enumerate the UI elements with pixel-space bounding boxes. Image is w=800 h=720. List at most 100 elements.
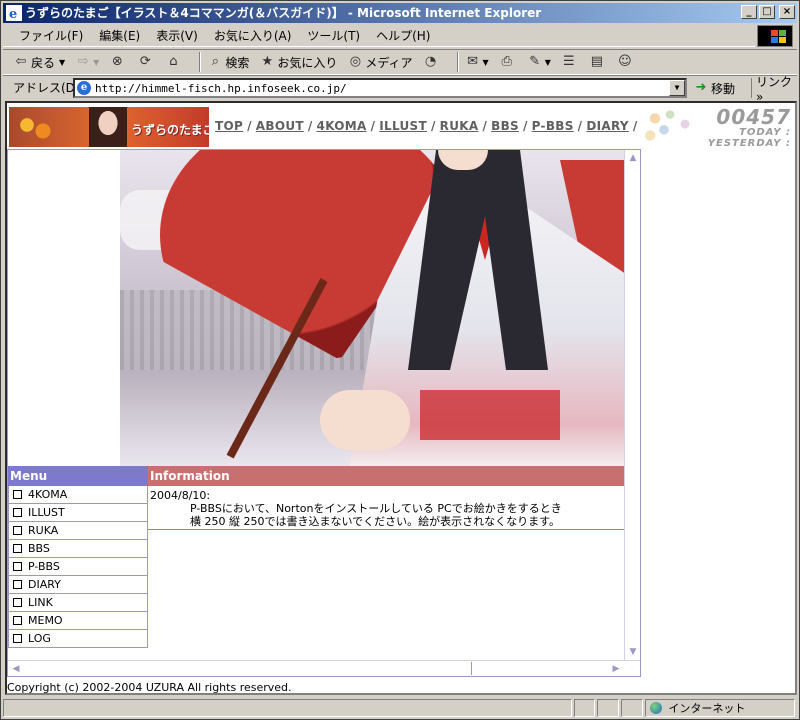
information-date: 2004/8/10: [150, 489, 211, 502]
print-button[interactable]: ⎙ [499, 54, 517, 70]
menu-item-p-bbs[interactable]: P-BBS [8, 558, 148, 576]
messenger-button[interactable]: ☺ [617, 54, 635, 70]
menu-title: Menu [8, 466, 148, 486]
title-bar: e うずらのたまご【イラスト＆4コママンガ(＆バスガイド)】 - Microso… [3, 3, 797, 23]
media-button[interactable]: ◎ メディア [347, 54, 413, 71]
back-button[interactable]: ⇦ 戻る ▼ [13, 54, 66, 71]
ie-icon: e [6, 5, 22, 21]
address-dropdown-icon[interactable]: ▼ [669, 80, 685, 96]
menu-item-illust[interactable]: ILLUST [8, 504, 148, 522]
status-cell [621, 699, 644, 717]
browser-window: e うずらのたまご【イラスト＆4コママンガ(＆バスガイド)】 - Microso… [0, 0, 800, 720]
checkbox-icon [13, 490, 22, 499]
home-button[interactable]: ⌂ [165, 54, 183, 70]
maximize-button[interactable]: □ [759, 5, 775, 19]
links-button[interactable]: リンク » [751, 75, 797, 104]
hands [320, 390, 410, 450]
menu-item-label: LINK [28, 596, 53, 609]
nav-p-bbs[interactable]: P-BBS [532, 119, 574, 133]
scroll-left-arrow-icon[interactable]: ◀ [8, 661, 24, 677]
menu-item-label: MEMO [28, 614, 63, 627]
menu-help[interactable]: ヘルプ(H) [368, 27, 438, 44]
mail-dropdown-icon: ▼ [482, 57, 489, 67]
nav-separator: / [307, 119, 313, 133]
menu-item-label: 4KOMA [28, 488, 68, 501]
window-controls: _ □ × [741, 5, 795, 19]
menu-tools[interactable]: ツール(T) [299, 27, 368, 44]
content-frame: Menu 4KOMA ILLUST RUKA BBS P-BBS DIARY L… [7, 149, 641, 677]
forward-dropdown-icon: ▼ [93, 57, 100, 67]
information-title: Information [148, 466, 624, 486]
counter-today-label: TODAY : [739, 127, 791, 138]
address-bar: アドレス(D) e http://himmel-fisch.hp.infosee… [3, 75, 797, 104]
menu-item-label: RUKA [28, 524, 59, 537]
counter-yesterday-label: YESTERDAY : [707, 138, 791, 149]
search-icon: ⌕ [211, 54, 219, 69]
counter-decoration [643, 107, 703, 145]
menu-item-link[interactable]: LINK [8, 594, 148, 612]
nav-illust[interactable]: ILLUST [379, 119, 427, 133]
refresh-button[interactable]: ⟳ [137, 54, 155, 70]
horizontal-scroll-thumb[interactable] [24, 662, 472, 675]
counter-value: 00457 [716, 105, 791, 129]
address-url: http://himmel-fisch.hp.infoseek.co.jp/ [95, 81, 347, 95]
menu-item-memo[interactable]: MEMO [8, 612, 148, 630]
nav-top[interactable]: TOP [215, 119, 243, 133]
checkbox-icon [13, 544, 22, 553]
nav-diary[interactable]: DIARY [586, 119, 629, 133]
menu-favorites[interactable]: お気に入り(A) [206, 27, 300, 44]
hero-illustration [8, 150, 624, 466]
zone-label: インターネット [668, 702, 746, 715]
site-logo[interactable]: うずらのたまご [9, 107, 209, 147]
information-body: 2004/8/10: P-BBSにおいて、Nortonをインストールしている P… [148, 486, 624, 530]
search-label: 検索 [225, 55, 250, 70]
checkbox-icon [13, 616, 22, 625]
menu-file[interactable]: ファイル(F) [11, 27, 91, 44]
address-input[interactable]: e http://himmel-fisch.hp.infoseek.co.jp/… [73, 78, 687, 98]
favorites-button[interactable]: ★ お気に入り [259, 54, 338, 71]
favorites-label: お気に入り [277, 55, 338, 70]
research-button[interactable]: ▤ [589, 54, 607, 70]
nav-separator: / [482, 119, 488, 133]
menu-item-bbs[interactable]: BBS [8, 540, 148, 558]
nav-bbs[interactable]: BBS [491, 119, 519, 133]
refresh-icon: ⟳ [139, 54, 151, 69]
checkbox-icon [13, 580, 22, 589]
nav-ruka[interactable]: RUKA [440, 119, 479, 133]
mail-button[interactable]: ✉ ▼ [465, 54, 489, 70]
close-button[interactable]: × [779, 5, 795, 19]
information-line-2: 横 250 縦 250では書き込まないでください。絵が表示されなくなります。 [190, 515, 561, 528]
scroll-down-arrow-icon[interactable]: ▼ [625, 644, 641, 660]
nav-4koma[interactable]: 4KOMA [317, 119, 367, 133]
stop-button[interactable]: ⊗ [109, 54, 127, 70]
menu-item-4koma[interactable]: 4KOMA [8, 486, 148, 504]
logo-character-portrait [89, 107, 127, 147]
back-dropdown-icon[interactable]: ▼ [59, 58, 65, 67]
go-label: 移動 [711, 81, 736, 96]
menu-view[interactable]: 表示(V) [148, 27, 206, 44]
frame-horizontal-scrollbar[interactable]: ◀ ▶ [8, 660, 640, 676]
menu-item-log[interactable]: LOG [8, 630, 148, 648]
scroll-right-arrow-icon[interactable]: ▶ [608, 661, 624, 677]
edit-dropdown-icon: ▼ [544, 57, 551, 67]
menu-item-diary[interactable]: DIARY [8, 576, 148, 594]
menu-item-label: DIARY [28, 578, 61, 591]
forward-button[interactable]: ⇨ ▼ [75, 54, 100, 70]
menu-edit[interactable]: 編集(E) [91, 27, 148, 44]
nav-about[interactable]: ABOUT [256, 119, 304, 133]
go-button[interactable]: ➜ 移動 [693, 78, 735, 98]
search-button[interactable]: ⌕ 検索 [207, 54, 250, 71]
information-panel: Information 2004/8/10: P-BBSにおいて、Nortonを… [148, 466, 624, 530]
media-label: メディア [365, 55, 413, 70]
edit-button[interactable]: ✎ ▼ [527, 54, 551, 70]
frame-vertical-scrollbar[interactable]: ▲ ▼ [624, 150, 640, 660]
copyright-text: Copyright (c) 2002-2004 UZURA All rights… [7, 681, 292, 694]
menu-item-ruka[interactable]: RUKA [8, 522, 148, 540]
history-icon: ◔ [424, 54, 437, 69]
site-nav: TOP / ABOUT/4KOMA / ILLUST / RUKA / BBS / P-BBS / DI… [215, 119, 642, 133]
history-button[interactable]: ◔ [423, 54, 441, 70]
minimize-button[interactable]: _ [741, 5, 757, 19]
menu-panel: Menu 4KOMA ILLUST RUKA BBS P-BBS DIARY L… [8, 466, 148, 648]
scroll-up-arrow-icon[interactable]: ▲ [625, 150, 641, 166]
discuss-button[interactable]: ☰ [561, 54, 579, 70]
